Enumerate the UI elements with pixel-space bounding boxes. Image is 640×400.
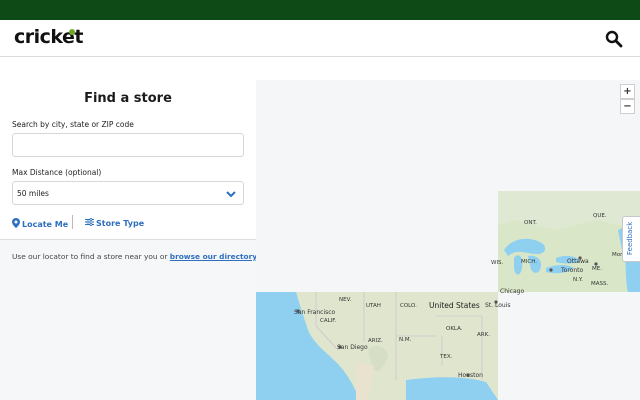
map-label: Chicago (500, 288, 525, 295)
divider (72, 215, 73, 229)
map-label: Ottawa (567, 258, 589, 265)
map-label: ARK. (477, 332, 490, 338)
store-map[interactable]: ONT. QUE. WIS. MICH. Ottawa Montr Toront… (256, 80, 640, 400)
distance-select[interactable]: 50 miles (12, 181, 244, 205)
map-label: QUE. (593, 213, 607, 219)
locate-me-label: Locate Me (22, 220, 69, 229)
distance-value: 50 miles (17, 189, 49, 198)
map-label: MICH. (521, 259, 537, 265)
map-labels: ONT. QUE. WIS. MICH. Ottawa Montr Toront… (256, 80, 640, 400)
distance-label: Max Distance (optional) (12, 168, 102, 177)
location-pin-icon (12, 218, 20, 228)
map-label: ARIZ. (368, 338, 383, 344)
map-label: Toronto (561, 267, 584, 274)
store-finder-panel: Find a store Search by city, state or ZI… (0, 57, 259, 400)
map-label: United States (429, 301, 480, 310)
feedback-tab[interactable]: Feedback (622, 216, 640, 262)
help-text-body: Use our locator to find a store near you… (12, 252, 170, 261)
search-input[interactable] (12, 133, 244, 157)
directory-link[interactable]: browse our directory. (170, 252, 259, 261)
top-banner (0, 0, 640, 20)
filter-icon (85, 217, 94, 227)
map-label: MASS. (591, 281, 609, 287)
map-label: N.M. (399, 337, 412, 343)
map-label: CALIF. (320, 318, 337, 324)
map-label: N.Y. (573, 277, 583, 283)
map-label: St. Louis (485, 302, 511, 309)
zoom-in-button[interactable]: + (620, 84, 635, 99)
map-label: ONT. (524, 220, 537, 226)
map-label: COLO. (400, 303, 417, 309)
map-label: NEV. (339, 297, 352, 303)
feedback-label: Feedback (626, 221, 634, 255)
map-label: OKLA. (446, 326, 463, 332)
map-label: TEX. (440, 354, 453, 360)
cricket-logo[interactable]: cricket (14, 26, 84, 48)
help-text: Use our locator to find a store near you… (12, 252, 259, 261)
search-label: Search by city, state or ZIP code (12, 120, 134, 129)
logo-dot (69, 29, 75, 35)
locate-me-button[interactable]: Locate Me (12, 218, 68, 229)
map-label: San Diego (337, 344, 368, 351)
map-label: San Francisco (294, 309, 336, 316)
map-label: Houston (458, 372, 483, 379)
map-label: WIS. (491, 260, 504, 266)
chevron-down-icon (226, 191, 236, 198)
page-title: Find a store (84, 91, 172, 106)
zoom-out-button[interactable]: − (620, 99, 635, 114)
store-type-label: Store Type (96, 219, 145, 228)
search-icon[interactable] (604, 29, 624, 49)
store-type-button[interactable]: Store Type (85, 217, 145, 228)
map-label: ME. (592, 266, 602, 272)
map-label: UTAH (366, 303, 381, 309)
search-form: Find a store Search by city, state or ZI… (0, 57, 256, 240)
site-header: cricket (0, 20, 640, 57)
